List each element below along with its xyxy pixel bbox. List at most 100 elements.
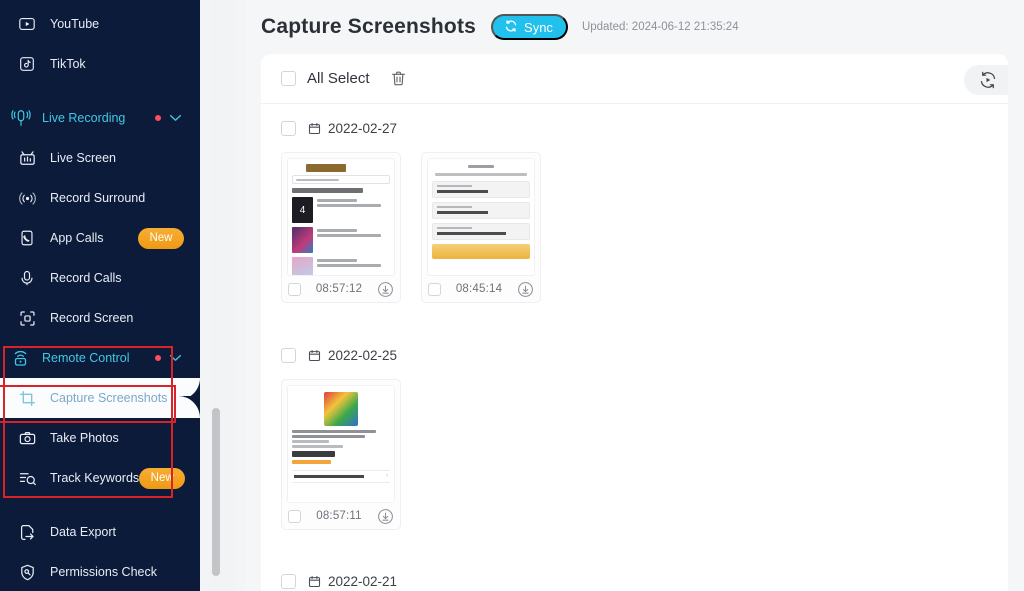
card-checkbox[interactable] <box>288 509 301 523</box>
capture-screenshots-icon <box>14 385 40 411</box>
panel-toolbar: All Select <box>261 54 1008 104</box>
all-select-label: All Select <box>307 70 370 87</box>
take-photos-icon <box>14 425 40 451</box>
sidebar-item-record-calls[interactable]: Record Calls <box>0 258 200 298</box>
sidebar-item-label: App Calls <box>50 231 104 245</box>
sidebar-scroll-gutter <box>200 0 245 591</box>
card-grid: 4 08:57:12 08:45:14 <box>261 152 1008 303</box>
calendar-icon <box>308 122 321 135</box>
new-badge: New <box>138 227 184 249</box>
live-recording-icon <box>6 105 36 131</box>
card-timestamp: 08:45:14 <box>455 283 503 295</box>
updated-timestamp: Updated: 2024-06-12 21:35:24 <box>581 21 739 33</box>
date-group-header: 2022-02-27 <box>261 104 1008 152</box>
thumbnail-preview-settings-page <box>428 159 534 275</box>
chevron-down-icon[interactable] <box>169 354 182 362</box>
tiktok-icon <box>14 51 40 77</box>
date-group-label: 2022-02-25 <box>328 347 398 363</box>
sidebar-item-record-screen[interactable]: Record Screen <box>0 298 200 338</box>
card-footer: 08:45:14 <box>422 276 540 302</box>
sidebar-item-label: Capture Screenshots <box>50 391 168 405</box>
sync-icon <box>504 19 518 36</box>
date-group-checkbox[interactable] <box>281 347 296 363</box>
card-footer: 08:57:11 <box>282 503 400 529</box>
sidebar-item-label: Track Keywords <box>50 471 140 485</box>
live-screen-icon <box>14 145 40 171</box>
sidebar-group-label: Live Recording <box>42 111 126 125</box>
sidebar-item-label: YouTube <box>50 17 100 31</box>
date-group-checkbox[interactable] <box>281 573 296 589</box>
sidebar-item-tiktok[interactable]: TikTok <box>0 44 200 84</box>
sidebar-item-label: Data Export <box>50 525 117 539</box>
calendar-icon <box>308 349 321 362</box>
card-checkbox[interactable] <box>288 282 301 296</box>
sidebar-item-label: Take Photos <box>50 431 119 445</box>
sidebar-group-label: Remote Control <box>42 351 130 365</box>
card-timestamp: 08:57:11 <box>316 510 362 522</box>
refresh-playback-icon[interactable] <box>964 65 1008 95</box>
sidebar-item-permissions-check[interactable]: Permissions Check <box>0 552 200 591</box>
new-badge: New <box>139 467 186 489</box>
date-group-label: 2022-02-21 <box>328 573 398 589</box>
sidebar-item-youtube[interactable]: YouTube <box>0 4 200 44</box>
screenshot-thumbnail[interactable] <box>427 158 535 276</box>
sidebar-item-label: Live Screen <box>50 151 117 165</box>
date-group-checkbox[interactable] <box>281 120 296 136</box>
calendar-icon <box>308 575 321 588</box>
date-group-label: 2022-02-27 <box>328 120 398 136</box>
card-footer: 08:57:12 <box>282 276 400 302</box>
card-timestamp: 08:57:12 <box>315 283 363 295</box>
sidebar-item-label: Permissions Check <box>50 565 157 579</box>
sidebar-item-capture-screenshots[interactable]: Capture Screenshots <box>0 378 200 418</box>
page-header: Capture Screenshots Sync Updated: 2024-0… <box>245 0 1024 54</box>
scrollbar-thumb[interactable] <box>212 408 220 576</box>
page-title: Capture Screenshots <box>261 15 477 38</box>
date-group-header: 2022-02-25 <box>261 331 1008 379</box>
sidebar-group-remote-control[interactable]: Remote Control <box>0 338 200 378</box>
download-icon[interactable] <box>517 281 534 298</box>
record-screen-icon <box>14 305 40 331</box>
trash-icon[interactable] <box>386 66 412 92</box>
card-checkbox[interactable] <box>428 282 441 296</box>
thumbnail-preview-product-page: › <box>288 386 394 502</box>
screenshot-card[interactable]: 08:45:14 <box>421 152 541 303</box>
record-calls-icon <box>14 265 40 291</box>
sidebar-item-live-screen[interactable]: Live Screen <box>0 138 200 178</box>
screenshots-list: 2022-02-27 4 08:57:12 08:45:14 2022-02-2… <box>261 104 1008 591</box>
sidebar-item-record-surround[interactable]: Record Surround <box>0 178 200 218</box>
date-group-header: 2022-02-21 <box>261 557 1008 591</box>
screenshot-thumbnail[interactable]: › <box>287 385 395 503</box>
sidebar-item-label: TikTok <box>50 57 86 71</box>
sidebar-item-data-export[interactable]: Data Export <box>0 512 200 552</box>
download-icon[interactable] <box>377 508 394 525</box>
chevron-down-icon[interactable] <box>169 114 182 122</box>
sidebar-item-take-photos[interactable]: Take Photos <box>0 418 200 458</box>
download-icon[interactable] <box>377 281 394 298</box>
sidebar: YouTube TikTok Live Recording Live Scree… <box>0 0 200 591</box>
thumbnail-preview-shopping-deals: 4 <box>288 159 394 275</box>
screenshot-card[interactable]: 4 08:57:12 <box>281 152 401 303</box>
screenshot-thumbnail[interactable]: 4 <box>287 158 395 276</box>
card-grid: › 08:57:11 <box>261 379 1008 530</box>
sidebar-item-track-keywords[interactable]: Track Keywords New <box>0 458 200 498</box>
screenshots-panel: All Select 2022-02-27 4 08:57:12 08:45:1… <box>261 54 1008 591</box>
screenshot-card[interactable]: › 08:57:11 <box>281 379 401 530</box>
app-root: YouTube TikTok Live Recording Live Scree… <box>0 0 1024 591</box>
sidebar-item-label: Record Calls <box>50 271 122 285</box>
permissions-check-icon <box>14 559 40 585</box>
youtube-icon <box>14 11 40 37</box>
sidebar-group-live-recording[interactable]: Live Recording <box>0 98 200 138</box>
sidebar-item-label: Record Screen <box>50 311 134 325</box>
record-surround-icon <box>14 185 40 211</box>
remote-control-icon <box>6 345 36 371</box>
sidebar-nav: YouTube TikTok Live Recording Live Scree… <box>0 0 200 591</box>
sync-button-label: Sync <box>524 19 553 35</box>
sync-button[interactable]: Sync <box>491 14 568 40</box>
sidebar-item-label: Record Surround <box>50 191 146 205</box>
sidebar-item-app-calls[interactable]: App Calls New <box>0 218 200 258</box>
track-keywords-icon <box>14 465 40 491</box>
main-content: Capture Screenshots Sync Updated: 2024-0… <box>245 0 1024 591</box>
notification-dot <box>155 355 161 361</box>
all-select-checkbox[interactable] <box>281 71 296 86</box>
